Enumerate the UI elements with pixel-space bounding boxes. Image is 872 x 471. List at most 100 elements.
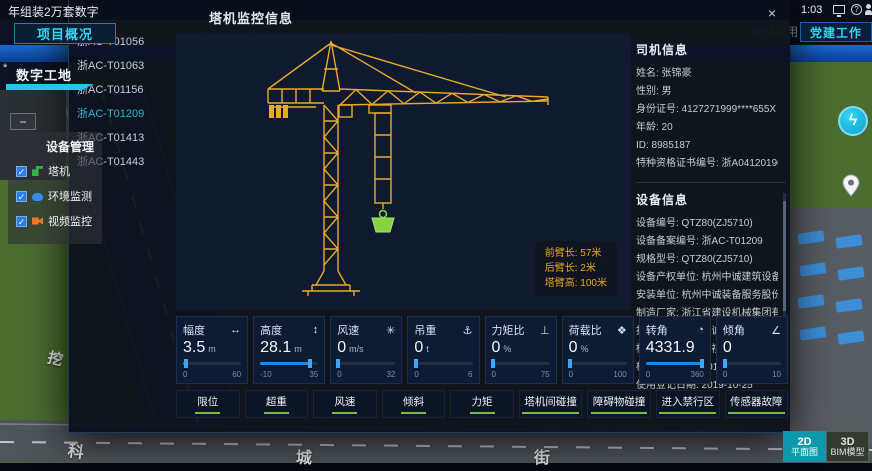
metric-slider[interactable]	[646, 359, 704, 368]
lightning-button[interactable]: ϟ	[838, 106, 868, 136]
app-title: 年组装2万套数字	[8, 3, 99, 20]
metric-rotation: 转角◔ 4331.9 0360	[639, 316, 711, 384]
checkbox-checked[interactable]: ✓	[16, 166, 27, 177]
tab-bullet: *	[3, 62, 7, 74]
metric-max: 10	[772, 370, 781, 379]
metric-min: 0	[723, 370, 727, 379]
car	[837, 266, 864, 281]
checkbox-checked[interactable]: ✓	[16, 191, 27, 202]
alarm-obstacle-collision-button[interactable]: 障碍物碰撞	[587, 390, 651, 418]
driver-field: 特种资格证书编号: 浙A0412019001317	[636, 155, 778, 173]
metric-value: 3.5	[183, 339, 205, 357]
metric-tilt: 倾角∠ 0 010	[716, 316, 788, 384]
metric-value: 0	[337, 339, 346, 357]
scrollbar-thumb[interactable]	[783, 201, 786, 311]
metric-max: 100	[613, 370, 626, 379]
metric-value: 0	[723, 339, 732, 357]
metric-unit: m	[294, 344, 302, 354]
device-panel-title: 设备管理	[16, 138, 94, 155]
clock: 1:03	[801, 4, 822, 16]
metric-unit: m	[208, 344, 216, 354]
crane-list-item[interactable]: 浙AC-T01156	[73, 78, 175, 102]
metric-wind-speed: 风速✳ 0m/s 032	[330, 316, 402, 384]
panel-collapse-button[interactable]: −	[10, 113, 36, 130]
metric-label: 转角	[646, 322, 668, 338]
metric-min: 0	[492, 370, 496, 379]
metric-slider[interactable]	[569, 359, 627, 368]
checkbox-checked[interactable]: ✓	[16, 216, 27, 227]
hook-icon: ⚓	[463, 324, 473, 337]
view-2d-label: 2D	[797, 437, 811, 447]
road-label: 城	[296, 444, 313, 469]
metric-slider[interactable]	[723, 359, 781, 368]
cloud-icon	[32, 193, 43, 201]
metric-min: 0	[569, 370, 573, 379]
car	[799, 262, 826, 277]
driver-field: 身份证号: 4127271999****655X	[636, 101, 778, 119]
metric-max: 75	[541, 370, 550, 379]
metric-slider[interactable]	[183, 359, 241, 368]
alarm-tilt-button[interactable]: 倾斜	[382, 390, 446, 418]
metric-max: 60	[232, 370, 241, 379]
alarm-sensor-fault-button[interactable]: 传感器故障	[725, 390, 789, 418]
metric-min: 0	[414, 370, 418, 379]
metric-load-weight: 吊重⚓ 0t 06	[407, 316, 479, 384]
metric-max: 360	[691, 370, 704, 379]
metric-label: 荷载比	[569, 322, 602, 338]
project-overview-button[interactable]: 项目概况	[14, 23, 116, 44]
metric-slider[interactable]	[260, 359, 318, 368]
bottom-strip	[0, 463, 872, 471]
map-pin-icon[interactable]	[842, 174, 860, 203]
device-field: 设备产权单位: 杭州中诚建筑设备租赁有...	[636, 269, 778, 287]
metric-slider[interactable]	[414, 359, 472, 368]
crane-icon	[32, 166, 43, 176]
party-work-button[interactable]: 党建工作	[800, 22, 872, 42]
metric-unit: m/s	[349, 344, 364, 354]
height-icon: ↕	[313, 324, 319, 336]
alarm-moment-button[interactable]: 力矩	[450, 390, 514, 418]
crane-monitor-modal: 塔机监控信息 × 浙AC-T01056 浙AC-T01063 浙AC-T0115…	[68, 0, 790, 433]
monitor-icon[interactable]	[833, 5, 845, 14]
road-label: 科	[66, 437, 85, 463]
metric-slider[interactable]	[337, 359, 395, 368]
metric-moment-ratio: 力矩比⊥ 0% 075	[485, 316, 557, 384]
metric-min: -10	[260, 370, 272, 379]
layer-row-environment[interactable]: ✓ 环境监测	[16, 188, 94, 204]
metric-unit: %	[581, 344, 589, 354]
driver-field: ID: 8985187	[636, 137, 778, 155]
metrics-row: 幅度↔ 3.5m 060 高度↕ 28.1m -1035 风速✳ 0m/s 03…	[176, 316, 788, 384]
metric-value: 0	[414, 339, 423, 357]
alarm-wind-button[interactable]: 风速	[313, 390, 377, 418]
alarm-overweight-button[interactable]: 超重	[245, 390, 309, 418]
layer-row-video[interactable]: ✓ 视频监控	[16, 213, 94, 229]
view-2d-button[interactable]: 2D 平面图	[783, 431, 826, 462]
alarm-crane-collision-button[interactable]: 塔机间碰撞	[519, 390, 583, 418]
view-3d-button[interactable]: 3D BIM模型	[826, 431, 869, 462]
device-field: 安装单位: 杭州中诚装备服务股份有限公...	[636, 287, 778, 305]
crane-list-item-selected[interactable]: 浙AC-T01209	[73, 102, 175, 126]
metric-value: 4331.9	[646, 339, 695, 357]
user-icon[interactable]	[865, 4, 872, 15]
view-3d-label: 3D	[840, 437, 854, 447]
layer-row-crane[interactable]: ✓ 塔机	[16, 163, 94, 179]
alarm-limit-button[interactable]: 限位	[176, 390, 240, 418]
help-icon[interactable]: ?	[851, 4, 862, 15]
car	[797, 294, 824, 309]
alarm-forbidden-zone-button[interactable]: 进入禁行区	[656, 390, 720, 418]
device-field: 设备备案编号: 浙AC-T01209	[636, 233, 778, 251]
crane-canvas: 前臂长: 57米 后臂长: 2米 塔臂高: 100米	[176, 33, 631, 310]
close-icon[interactable]: ×	[764, 5, 780, 21]
screen: 科 城 街 挖 质量管理 安全管理 中国联合工程有限公司 劳务分析 技术管理 资…	[0, 0, 872, 471]
alarm-buttons-row: 限位 超重 风速 倾斜 力矩 塔机间碰撞 障碍物碰撞 进入禁行区 传感器故障	[176, 390, 788, 418]
device-layers-panel: 设备管理 ✓ 塔机 ✓ 环境监测 ✓ 视频监控	[8, 132, 102, 244]
metric-max: 6	[468, 370, 472, 379]
metric-max: 32	[386, 370, 395, 379]
modal-title: 塔机监控信息	[209, 8, 293, 27]
metric-value: 0	[492, 339, 501, 357]
crane-list-item[interactable]: 浙AC-T01063	[73, 54, 175, 78]
metric-min: 0	[646, 370, 650, 379]
tab-digital-site[interactable]: 数字工地	[16, 65, 72, 84]
metric-height: 高度↕ 28.1m -1035	[253, 316, 325, 384]
metric-slider[interactable]	[492, 359, 550, 368]
metric-unit: t	[426, 344, 429, 354]
